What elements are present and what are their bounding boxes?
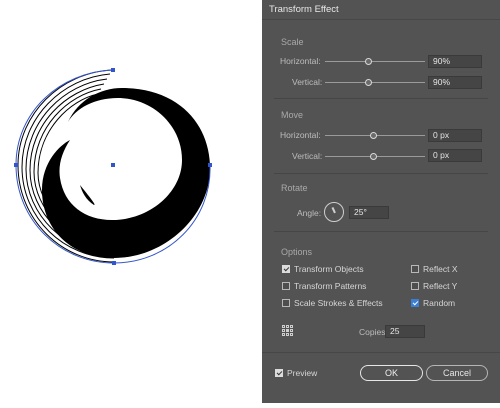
preview-checkbox[interactable]	[275, 369, 283, 377]
random-label: Random	[423, 298, 456, 308]
rotate-angle-field[interactable]: 25°	[349, 206, 389, 219]
cancel-button[interactable]: Cancel	[426, 365, 488, 381]
move-vertical-field[interactable]: 0 px	[428, 149, 482, 162]
copies-label: Copies	[359, 327, 386, 337]
scale-horizontal-label: Horizontal:	[280, 56, 321, 66]
scale-vertical-field[interactable]: 90%	[428, 76, 482, 89]
move-vertical-slider-knob[interactable]	[370, 153, 377, 160]
reflect-y-checkbox[interactable]	[411, 282, 419, 290]
ok-button[interactable]: OK	[360, 365, 423, 381]
move-horizontal-field[interactable]: 0 px	[428, 129, 482, 142]
move-section-title: Move	[281, 110, 304, 120]
spiral-artwork[interactable]	[0, 0, 262, 403]
scale-strokes-checkbox[interactable]	[282, 299, 290, 307]
preview-label: Preview	[287, 368, 318, 378]
copies-field[interactable]: 25	[385, 325, 425, 338]
divider	[262, 352, 500, 353]
rotate-section-title: Rotate	[281, 183, 308, 193]
options-section-title: Options	[281, 247, 313, 257]
scale-horizontal-field[interactable]: 90%	[428, 55, 482, 68]
move-horizontal-slider-knob[interactable]	[370, 132, 377, 139]
reflect-y-label: Reflect Y	[423, 281, 458, 291]
reflect-x-checkbox[interactable]	[411, 265, 419, 273]
reflect-x-label: Reflect X	[423, 264, 458, 274]
scale-vertical-slider-knob[interactable]	[365, 79, 372, 86]
transform-effect-dialog: Transform Effect Scale Horizontal: 90% V…	[262, 0, 500, 403]
dialog-titlebar[interactable]: Transform Effect	[262, 0, 500, 20]
reference-point-icon[interactable]	[282, 325, 293, 336]
angle-dial[interactable]	[324, 202, 344, 222]
transform-patterns-checkbox[interactable]	[282, 282, 290, 290]
transform-objects-checkbox[interactable]	[282, 265, 290, 273]
scale-vertical-slider[interactable]	[325, 82, 425, 83]
dialog-body: Scale Horizontal: 90% Vertical: 90% Move…	[262, 20, 500, 403]
scale-horizontal-slider-knob[interactable]	[365, 58, 372, 65]
divider	[274, 98, 488, 99]
scale-horizontal-slider[interactable]	[325, 61, 425, 62]
random-checkbox[interactable]	[411, 299, 419, 307]
move-horizontal-label: Horizontal:	[280, 130, 321, 140]
transform-patterns-label: Transform Patterns	[294, 281, 367, 291]
artboard-canvas[interactable]	[0, 0, 262, 403]
move-vertical-label: Vertical:	[292, 151, 323, 161]
angle-dial-hand	[331, 207, 336, 214]
scale-section-title: Scale	[281, 37, 304, 47]
scale-vertical-label: Vertical:	[292, 77, 323, 87]
divider	[274, 231, 488, 232]
divider	[274, 173, 488, 174]
scale-strokes-label: Scale Strokes & Effects	[294, 298, 383, 308]
rotate-angle-label: Angle:	[297, 208, 322, 218]
transform-objects-label: Transform Objects	[294, 264, 364, 274]
